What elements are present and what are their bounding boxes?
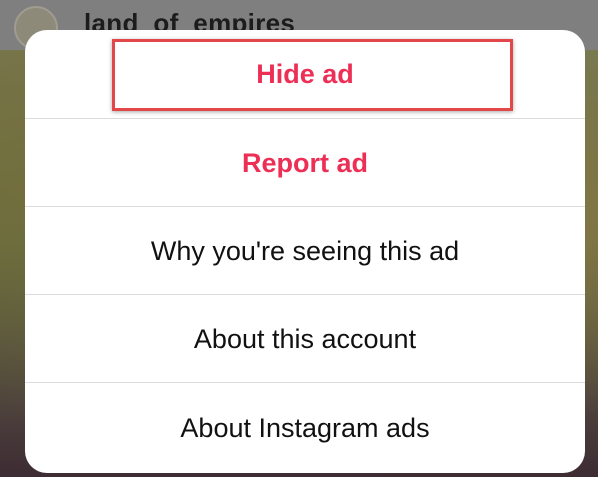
report-ad-button[interactable]: Report ad [25, 118, 585, 207]
hide-ad-button[interactable]: Hide ad [25, 30, 585, 118]
ad-options-sheet: Hide ad Report ad Why you're seeing this… [25, 30, 585, 473]
about-instagram-ads-button[interactable]: About Instagram ads [25, 382, 585, 473]
hide-ad-label: Hide ad [256, 58, 354, 89]
about-account-label: About this account [193, 323, 417, 354]
why-seeing-ad-button[interactable]: Why you're seeing this ad [25, 206, 585, 295]
why-seeing-ad-label: Why you're seeing this ad [150, 235, 460, 266]
report-ad-label: Report ad [241, 147, 368, 178]
about-instagram-ads-label: About Instagram ads [180, 413, 430, 443]
about-account-button[interactable]: About this account [25, 294, 585, 383]
